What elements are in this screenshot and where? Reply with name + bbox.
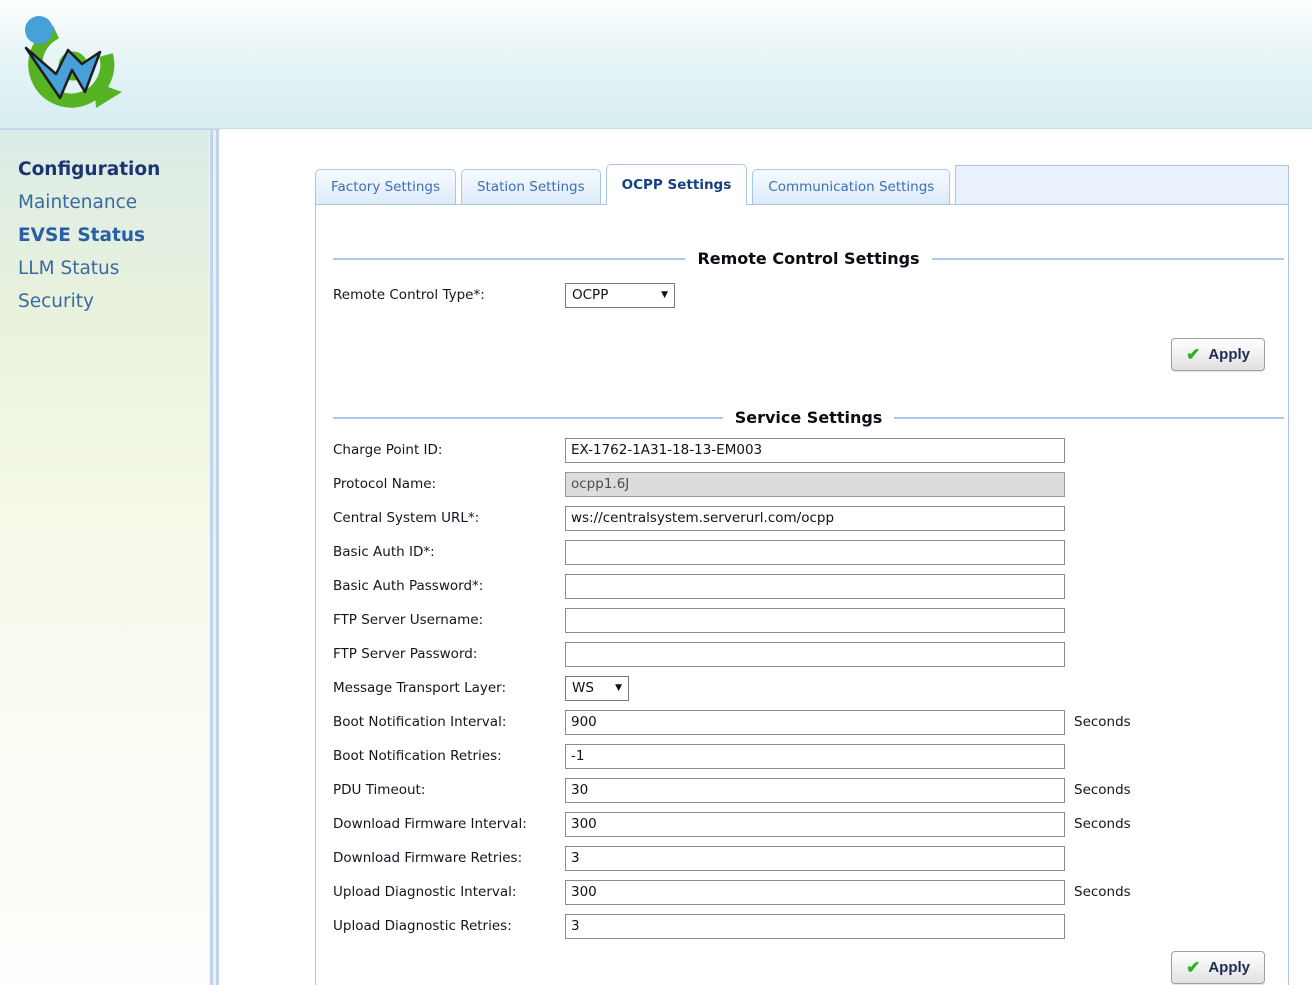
field-label: Basic Auth ID*: [333, 544, 435, 560]
field-label: Boot Notification Interval: [333, 714, 507, 730]
form-row: PDU Timeout: Seconds [316, 773, 1288, 807]
field-label: Boot Notification Retries: [333, 748, 502, 764]
field-label: Download Firmware Interval: [333, 816, 527, 832]
form-row: Boot Notification Retries: [316, 739, 1288, 773]
form-row: Upload Diagnostic Retries: [316, 909, 1288, 943]
sidebar-item-configuration[interactable]: Configuration [18, 153, 209, 186]
field-label: Charge Point ID: [333, 442, 443, 458]
tab-communication-settings[interactable]: Communication Settings [752, 169, 951, 204]
remote-control-section-header: Remote Control Settings [333, 205, 1285, 268]
form-row: Charge Point ID: [316, 433, 1288, 467]
tab-bar-filler [955, 165, 1289, 204]
form-row: Protocol Name: [316, 467, 1288, 501]
tab-ocpp-settings[interactable]: OCPP Settings [605, 164, 748, 205]
service-apply-button[interactable]: ✔ Apply [1171, 951, 1265, 984]
select-value: OCPP [572, 287, 609, 303]
unit-label: Seconds [1074, 714, 1131, 730]
field-label: FTP Server Password: [333, 646, 478, 662]
service-apply-row: ✔ Apply [316, 951, 1288, 984]
form-row: Basic Auth Password*: [316, 569, 1288, 603]
protocol-name-input[interactable] [565, 471, 1065, 497]
central-system-url-input[interactable] [565, 505, 1065, 531]
form-row: Upload Diagnostic Interval: Seconds [316, 875, 1288, 909]
field-label: Upload Diagnostic Interval: [333, 884, 517, 900]
field-label: Basic Auth Password*: [333, 578, 484, 594]
form-row: Message Transport Layer: WS ▼ [316, 671, 1288, 705]
form-row: FTP Server Username: [316, 603, 1288, 637]
remote-apply-row: ✔ Apply [316, 338, 1288, 371]
field-label: Protocol Name: [333, 476, 437, 492]
check-icon: ✔ [1186, 345, 1201, 364]
sidebar-item-maintenance[interactable]: Maintenance [18, 186, 209, 219]
sidebar-item-evse-status[interactable]: EVSE Status [18, 219, 209, 252]
upload-diagnostic-retries-input[interactable] [565, 913, 1065, 939]
field-label: Download Firmware Retries: [333, 850, 523, 866]
download-firmware-interval-input[interactable] [565, 811, 1065, 837]
section-divider-line [894, 416, 1285, 419]
section-divider-line [333, 257, 686, 260]
sidebar-divider [209, 129, 220, 985]
field-label: Central System URL*: [333, 510, 480, 526]
unit-label: Seconds [1074, 782, 1131, 798]
tab-station-settings[interactable]: Station Settings [460, 169, 601, 204]
content-area: Factory Settings Station Settings OCPP Set… [220, 129, 1312, 985]
boot-notification-interval-input[interactable] [565, 709, 1065, 735]
sidebar-menu: Configuration Maintenance EVSE Status LLM S… [0, 129, 209, 985]
main-row: Configuration Maintenance EVSE Status LLM S… [0, 129, 1312, 985]
remote-control-type-select[interactable]: OCPP ▼ [565, 282, 675, 308]
unit-label: Seconds [1074, 884, 1131, 900]
form-row: Boot Notification Interval: Seconds [316, 705, 1288, 739]
ftp-server-username-input[interactable] [565, 607, 1065, 633]
section-title: Remote Control Settings [697, 249, 920, 268]
service-section-header: Service Settings [333, 408, 1285, 427]
tab-factory-settings[interactable]: Factory Settings [315, 169, 456, 204]
field-label: FTP Server Username: [333, 612, 484, 628]
basic-auth-password-input[interactable] [565, 573, 1065, 599]
field-label: Remote Control Type*: [333, 287, 485, 303]
field-label: PDU Timeout: [333, 782, 426, 798]
upload-diagnostic-interval-input[interactable] [565, 879, 1065, 905]
message-transport-layer-select[interactable]: WS ▼ [565, 675, 629, 701]
service-rows: Charge Point ID: Protocol Name: Central Sy… [316, 433, 1288, 943]
remote-apply-button[interactable]: ✔ Apply [1171, 338, 1265, 371]
apply-label: Apply [1208, 959, 1250, 976]
check-icon: ✔ [1186, 958, 1201, 977]
field-label: Upload Diagnostic Retries: [333, 918, 512, 934]
section-title: Service Settings [734, 408, 883, 427]
app-header [0, 0, 1312, 129]
basic-auth-id-input[interactable] [565, 539, 1065, 565]
form-row: Central System URL*: [316, 501, 1288, 535]
form-row: Basic Auth ID*: [316, 535, 1288, 569]
charge-point-id-input[interactable] [565, 437, 1065, 463]
form-row: FTP Server Password: [316, 637, 1288, 671]
form-row: Download Firmware Retries: [316, 841, 1288, 875]
section-divider-line [931, 257, 1285, 260]
company-logo [24, 16, 122, 108]
download-firmware-retries-input[interactable] [565, 845, 1065, 871]
apply-label: Apply [1208, 346, 1250, 363]
pdu-timeout-input[interactable] [565, 777, 1065, 803]
boot-notification-retries-input[interactable] [565, 743, 1065, 769]
dropdown-arrow-icon: ▼ [661, 290, 668, 300]
unit-label: Seconds [1074, 816, 1131, 832]
remote-control-rows: Remote Control Type*: OCPP ▼ [316, 278, 1288, 312]
form-row: Download Firmware Interval: Seconds [316, 807, 1288, 841]
ftp-server-password-input[interactable] [565, 641, 1065, 667]
tab-bar: Factory Settings Station Settings OCPP Set… [315, 163, 1289, 205]
field-label: Message Transport Layer: [333, 680, 507, 696]
sidebar-item-llm-status[interactable]: LLM Status [18, 252, 209, 285]
settings-panel: Remote Control Settings Remote Control T… [315, 204, 1289, 985]
form-row: Remote Control Type*: OCPP ▼ [316, 278, 1288, 312]
settings-panel-wrap: Factory Settings Station Settings OCPP Set… [315, 163, 1289, 985]
select-value: WS [572, 680, 594, 696]
sidebar-item-security[interactable]: Security [18, 285, 209, 318]
dropdown-arrow-icon: ▼ [615, 683, 622, 693]
section-divider-line [333, 416, 723, 419]
